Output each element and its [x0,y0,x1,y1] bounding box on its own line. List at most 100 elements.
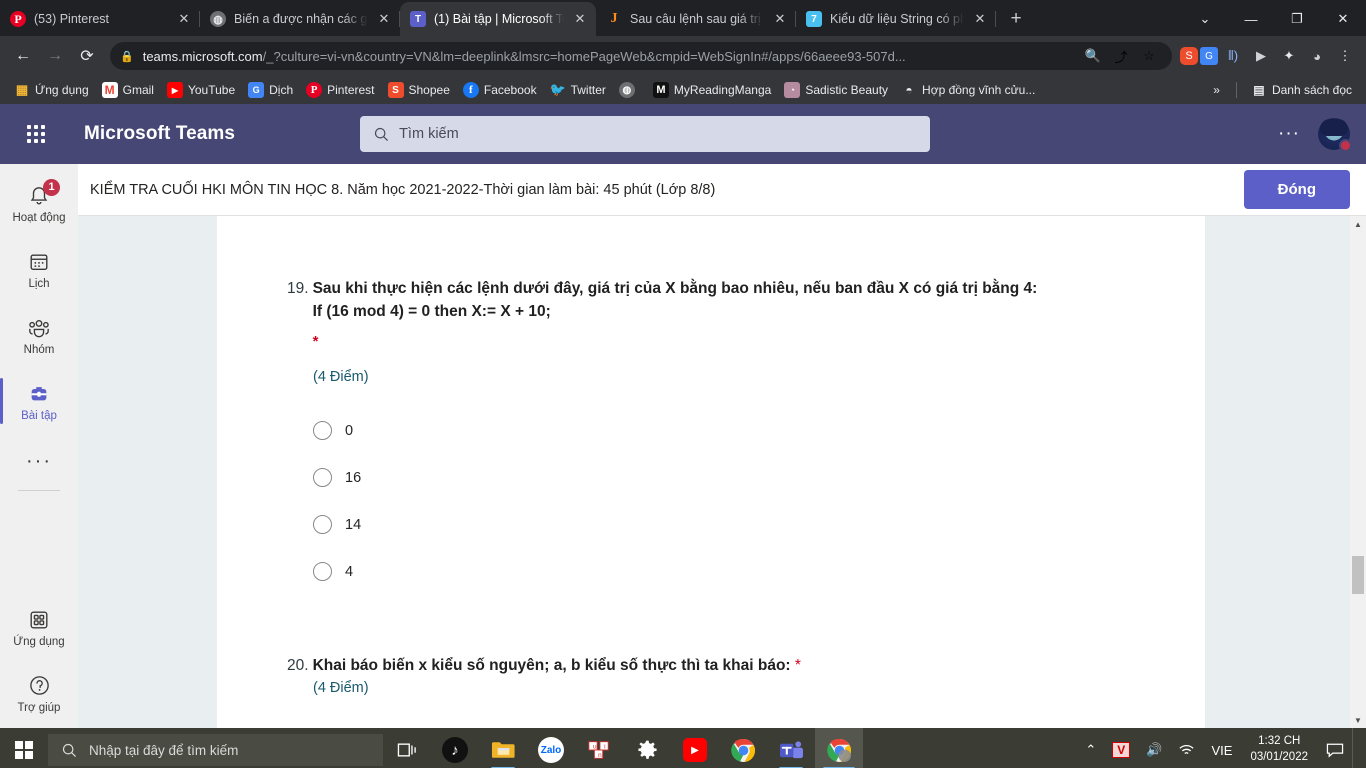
search-icon[interactable]: 🔍 [1080,43,1106,69]
browser-tab-3[interactable]: J Sau câu lệnh sau giá trị của ✕ [596,2,796,36]
option-2[interactable]: 14 [313,501,1145,548]
quad [14,751,23,760]
close-icon[interactable]: ✕ [572,11,588,27]
teams-header: Microsoft Teams Tìm kiếm ··· [0,104,1366,164]
sidebar-more-apps-button[interactable]: ··· [26,436,52,486]
settings-icon[interactable] [623,728,671,768]
show-hidden-icons-chevron[interactable]: ⌃ [1077,728,1104,768]
browser-tab-0[interactable]: P (53) Pinterest ✕ [0,2,200,36]
task-view-icon[interactable] [383,728,431,768]
option-label: 0 [345,422,354,439]
share-icon[interactable]: ⤴ [1108,43,1134,69]
scroll-down-arrow[interactable]: ▼ [1350,712,1366,728]
chrome-active-icon[interactable] [815,728,863,768]
vertical-scrollbar[interactable]: ▲ ▼ [1350,216,1366,728]
teams-glyph [779,740,803,758]
radio-button-icon[interactable] [313,562,332,582]
youtube-icon[interactable]: ▶ [671,728,719,768]
close-window-button[interactable]: ✕ [1320,2,1366,36]
bookmark-globe[interactable]: ◍ [613,79,646,101]
bookmark-pinterest[interactable]: P Pinterest [300,79,380,101]
kebab-menu-icon[interactable]: ⋮ [1332,43,1358,69]
close-assignment-button[interactable]: Đóng [1243,170,1350,209]
tiktok-icon[interactable]: ♪ [431,728,479,768]
sidebar-item-apps[interactable]: Ứng dụng [0,596,78,658]
star-icon[interactable]: ☆ [1136,43,1162,69]
mask-ext-icon[interactable]: ◕ [1304,43,1330,69]
option-1[interactable]: 16 [313,454,1145,501]
sidebar-item-help[interactable]: Trợ giúp [0,662,78,724]
reload-button[interactable]: ⟳ [72,41,102,71]
address-bar[interactable]: 🔒 teams.microsoft.com/_?culture=vi-vn&co… [110,42,1172,70]
taskbar-search-input[interactable]: Nhập tại đây để tìm kiếm [48,734,383,766]
bookmark-hop-dong[interactable]: ◓ Hợp đồng vĩnh cửu... [895,79,1041,101]
option-0[interactable]: 0 [313,407,1145,454]
bookmark-sadistic-beauty[interactable]: ◔ Sadistic Beauty [778,79,894,101]
play-ext-icon[interactable]: ▶ [1248,43,1274,69]
volume-icon[interactable]: 🔊 [1138,728,1170,768]
teams-app: Microsoft Teams Tìm kiếm ··· 1 Hoạt động… [0,104,1366,728]
tab-search-icon[interactable]: ⌄ [1182,2,1228,36]
close-icon[interactable]: ✕ [972,11,988,27]
clock-date: 03/01/2022 [1250,751,1308,763]
radio-button-icon[interactable] [313,468,332,488]
forward-button[interactable]: → [40,41,70,71]
bookmark-translate[interactable]: G Dịch [242,79,299,101]
sidebar-item-teams[interactable]: Nhóm [0,304,78,366]
zalo-icon[interactable]: Zalo [527,728,575,768]
omnibox-icons: 🔍 ⤴ ☆ [1080,43,1162,69]
notification-icon[interactable] [1318,728,1352,768]
bookmark-myreadingmanga[interactable]: M MyReadingManga [647,79,777,101]
more-options-button[interactable]: ··· [1278,123,1300,145]
close-icon[interactable]: ✕ [176,11,192,27]
bookmark-apps[interactable]: ▦ Ứng dụng [8,79,95,101]
close-icon[interactable]: ✕ [772,11,788,27]
scroll-up-arrow[interactable]: ▲ [1350,216,1366,232]
windows-start-icon[interactable] [0,728,48,768]
translate-ext-icon[interactable]: G [1200,47,1218,65]
bookmark-shopee[interactable]: S Shopee [382,79,456,101]
help-icon [28,673,51,699]
sidebar-item-calendar[interactable]: Lịch [0,238,78,300]
browser-tab-1[interactable]: ◍ Biến a được nhận các giá tr ✕ [200,2,400,36]
unikey-tray-icon[interactable]: V [1104,728,1138,768]
language-indicator[interactable]: VIE [1203,728,1240,768]
new-tab-button[interactable]: + [1002,5,1030,33]
reading-list-button[interactable]: ▤ Danh sách đọc [1245,79,1358,101]
sidebar-item-assignments[interactable]: Bài tập [0,370,78,432]
youtube-glyph: ▶ [683,738,707,762]
show-desktop-button[interactable] [1352,728,1362,768]
question-number: 20. [287,657,309,675]
puzzle-ext-icon[interactable]: ✦ [1276,43,1302,69]
scrollbar-thumb[interactable] [1352,556,1364,594]
avatar[interactable] [1318,118,1352,152]
bookmark-facebook[interactable]: f Facebook [457,79,543,101]
unikey-icon[interactable]: u i n [575,728,623,768]
sidebar-item-activity[interactable]: 1 Hoạt động [0,172,78,234]
back-button[interactable]: ← [8,41,38,71]
wifi-icon[interactable] [1170,728,1203,768]
url-text: teams.microsoft.com/_?culture=vi-vn&coun… [143,49,1071,64]
app-launcher-icon[interactable] [16,114,56,154]
radio-button-icon[interactable] [313,421,332,441]
minimize-button[interactable]: — [1228,2,1274,36]
maximize-button[interactable]: ❐ [1274,2,1320,36]
translate-icon: G [248,82,265,98]
bookmark-label: Sadistic Beauty [805,83,889,97]
close-icon[interactable]: ✕ [376,11,392,27]
bookmark-gmail[interactable]: M Gmail [96,79,160,101]
bookmark-twitter[interactable]: 🐦 Twitter [544,79,612,101]
clock[interactable]: 1:32 CH 03/01/2022 [1240,734,1318,765]
bookmark-youtube[interactable]: ▶ YouTube [161,79,241,101]
option-3[interactable]: 4 [313,548,1145,595]
cast-ext-icon[interactable]: ⦀) [1220,43,1246,69]
file-explorer-icon[interactable] [479,728,527,768]
radio-button-icon[interactable] [313,515,332,535]
search-input[interactable]: Tìm kiếm [360,116,931,152]
browser-tab-4[interactable]: 7 Kiểu dữ liệu String có phạm ✕ [796,2,996,36]
shopee-ext-icon[interactable]: S [1180,47,1198,65]
teams-icon[interactable] [767,728,815,768]
browser-tab-2-active[interactable]: T (1) Bài tập | Microsoft Team ✕ [400,2,596,36]
chrome-icon[interactable] [719,728,767,768]
bookmarks-overflow-button[interactable]: » [1205,83,1228,97]
